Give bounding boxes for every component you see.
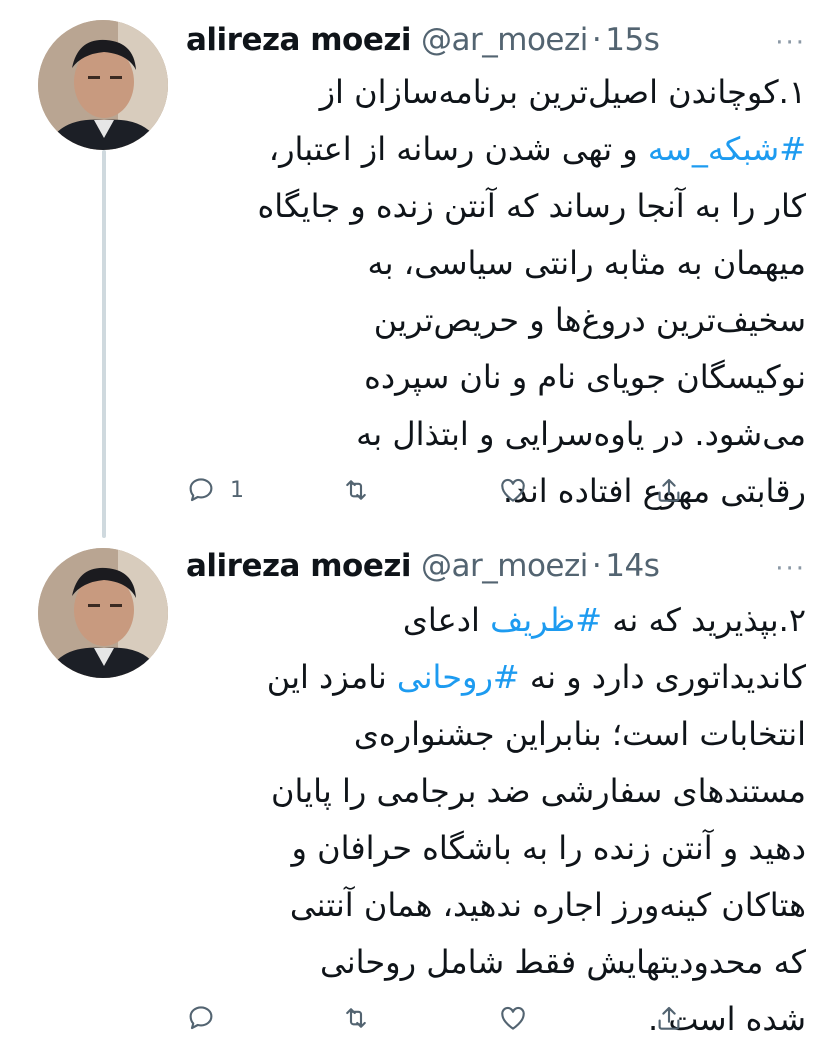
text-segment: مستندهای سفارشی ضد برجامی را پایان bbox=[270, 772, 806, 810]
tweet-timestamp[interactable]: 14s bbox=[605, 548, 660, 584]
tweet-line: که محدودیتهایش فقط شامل روحانی bbox=[186, 934, 806, 991]
reply-icon bbox=[189, 1006, 213, 1030]
text-segment: هتاکان کینه‌ورز اجاره ندهید، همان آنتنی bbox=[289, 886, 806, 924]
retweet-icon bbox=[346, 480, 366, 500]
tweet-actions: 1 bbox=[186, 470, 706, 510]
retweet-icon bbox=[346, 1008, 366, 1028]
tweet-line: سخیف‌ترین دروغ‌ها و حریص‌ترین bbox=[186, 292, 806, 349]
hashtag-link[interactable]: #روحانی bbox=[397, 658, 520, 696]
tweet-line: کار را به آنجا رساند که آنتن زنده و جایگ… bbox=[186, 178, 806, 235]
author-handle[interactable]: @ar_moezi bbox=[421, 548, 588, 584]
share-button[interactable] bbox=[654, 470, 684, 510]
hashtag-link[interactable]: #شبکه_سه bbox=[648, 130, 806, 168]
tweet-header: alireza moezi @ar_moezi · 15s ··· bbox=[186, 20, 810, 60]
text-segment: ادعای bbox=[402, 601, 491, 639]
header-separator: · bbox=[591, 548, 602, 584]
tweet-line: مستندهای سفارشی ضد برجامی را پایان bbox=[186, 763, 806, 820]
avatar[interactable] bbox=[38, 548, 168, 678]
text-segment: انتخابات است؛ بنابراین جشنواره‌ی bbox=[353, 715, 806, 753]
text-segment: نامزد این bbox=[266, 658, 397, 696]
like-icon bbox=[501, 1006, 525, 1030]
tweet-line: ۲.بپذیرید که نه #ظریف ادعای bbox=[186, 592, 806, 649]
tweet-header: alireza moezi @ar_moezi · 14s ··· bbox=[186, 546, 810, 586]
avatar[interactable] bbox=[38, 20, 168, 150]
retweet-button[interactable] bbox=[341, 470, 371, 510]
like-button[interactable] bbox=[498, 998, 528, 1038]
share-button[interactable] bbox=[654, 998, 684, 1038]
reply-button[interactable] bbox=[186, 998, 230, 1038]
tweet-line: هتاکان کینه‌ورز اجاره ندهید، همان آنتنی bbox=[186, 877, 806, 934]
tweet-line: ۱.کوچاندن اصیل‌ترین برنامه‌سازان از bbox=[186, 64, 806, 121]
avatar-image bbox=[38, 548, 168, 678]
more-options-icon[interactable]: ··· bbox=[775, 554, 806, 584]
text-segment: سخیف‌ترین دروغ‌ها و حریص‌ترین bbox=[373, 301, 806, 339]
tweet-line: انتخابات است؛ بنابراین جشنواره‌ی bbox=[186, 706, 806, 763]
text-segment: نوکیسگان جویای نام و نان سپرده bbox=[364, 358, 806, 396]
tweet-text: ۱.کوچاندن اصیل‌ترین برنامه‌سازان از #شبک… bbox=[186, 64, 806, 520]
retweet-button[interactable] bbox=[341, 998, 371, 1038]
avatar-image bbox=[38, 20, 168, 150]
text-segment: می‌شود. در یاوه‌سرایی و ابتذال به bbox=[356, 415, 806, 453]
share-icon bbox=[658, 478, 680, 502]
text-segment: میهمان به مثابه رانتی سیاسی، به bbox=[367, 244, 807, 282]
text-segment: دهید و آنتن زنده را به باشگاه حرافان و bbox=[291, 829, 806, 867]
reply-icon bbox=[189, 478, 213, 502]
share-icon bbox=[658, 1006, 680, 1030]
author-name[interactable]: alireza moezi bbox=[186, 22, 412, 58]
text-segment: و تهی شدن رسانه از اعتبار، bbox=[268, 130, 648, 168]
author-name[interactable]: alireza moezi bbox=[186, 548, 412, 584]
tweet-actions bbox=[186, 998, 706, 1038]
text-segment: کار را به آنجا رساند که آنتن زنده و جایگ… bbox=[257, 187, 806, 225]
like-icon bbox=[501, 478, 525, 502]
more-options-icon[interactable]: ··· bbox=[775, 28, 806, 58]
reply-count: 1 bbox=[230, 477, 244, 503]
author-handle[interactable]: @ar_moezi bbox=[421, 22, 588, 58]
tweet-line: دهید و آنتن زنده را به باشگاه حرافان و bbox=[186, 820, 806, 877]
tweet-line: #شبکه_سه و تهی شدن رسانه از اعتبار، bbox=[186, 121, 806, 178]
thread-connector-line bbox=[102, 150, 106, 538]
text-segment: کاندیداتوری دارد و نه bbox=[519, 658, 806, 696]
text-segment: که محدودیتهایش فقط شامل روحانی bbox=[320, 943, 806, 981]
tweet-line: کاندیداتوری دارد و نه #روحانی نامزد این bbox=[186, 649, 806, 706]
tweet-text: ۲.بپذیرید که نه #ظریف ادعای کاندیداتوری … bbox=[186, 592, 806, 1048]
tweet-line: می‌شود. در یاوه‌سرایی و ابتذال به bbox=[186, 406, 806, 463]
tweet-line: میهمان به مثابه رانتی سیاسی، به bbox=[186, 235, 807, 292]
text-segment: ۲.بپذیرید که نه bbox=[602, 601, 806, 639]
like-button[interactable] bbox=[498, 470, 528, 510]
hashtag-link[interactable]: #ظریف bbox=[490, 601, 602, 639]
tweet-timestamp[interactable]: 15s bbox=[605, 22, 660, 58]
text-segment: ۱.کوچاندن اصیل‌ترین برنامه‌سازان از bbox=[319, 73, 806, 111]
reply-button[interactable]: 1 bbox=[186, 470, 244, 510]
header-separator: · bbox=[591, 22, 602, 58]
tweet-line: نوکیسگان جویای نام و نان سپرده bbox=[186, 349, 806, 406]
